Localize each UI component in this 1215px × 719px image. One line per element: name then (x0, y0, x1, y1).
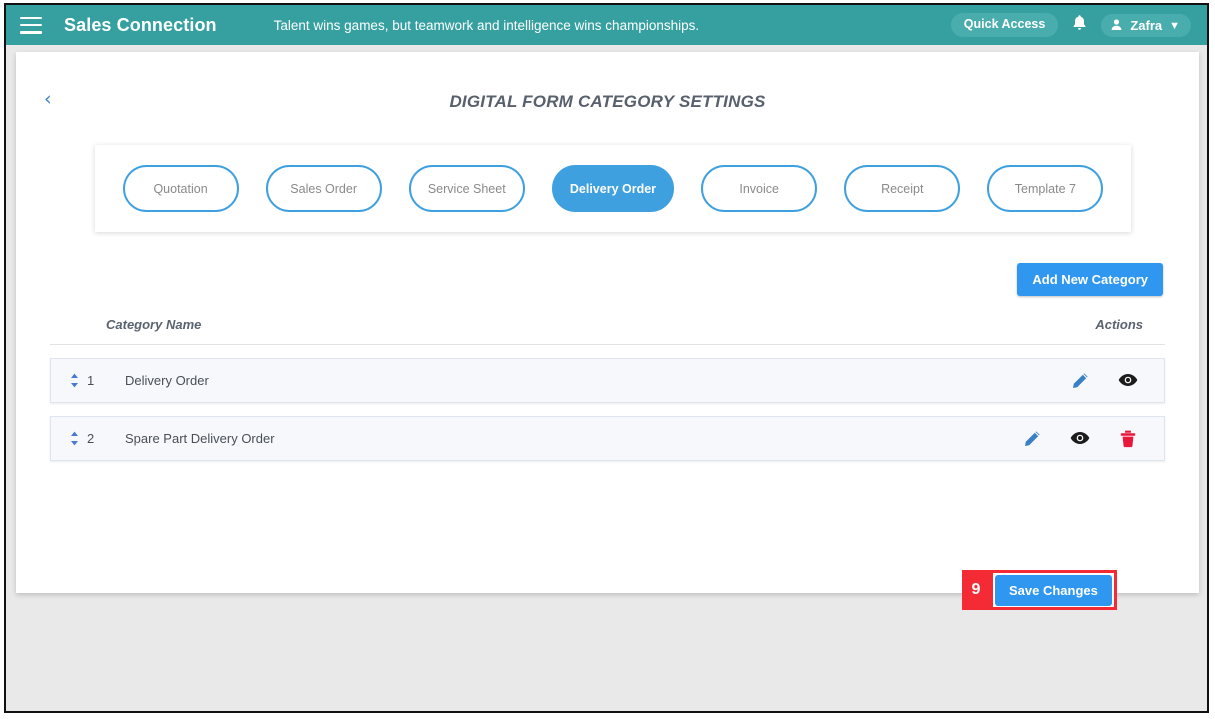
highlight-outline: Save Changes (990, 570, 1117, 610)
drag-sort-icon[interactable] (69, 373, 80, 389)
row-category-name: Spare Part Delivery Order (125, 431, 275, 446)
edit-icon[interactable] (1056, 372, 1104, 390)
quick-access-button[interactable]: Quick Access (950, 13, 1059, 37)
row-index: 2 (87, 431, 95, 446)
edit-icon[interactable] (1008, 430, 1056, 448)
save-changes-highlight-group: 9 Save Changes (962, 570, 1117, 610)
view-icon[interactable] (1056, 431, 1104, 447)
brand-title: Sales Connection (64, 14, 217, 35)
row-action-group (992, 372, 1152, 390)
row-category-name: Delivery Order (125, 373, 209, 388)
table-header-row: Category Name Actions (50, 305, 1165, 345)
row-index: 1 (87, 373, 95, 388)
main-content-card: ‹ DIGITAL FORM CATEGORY SETTINGS Quotati… (16, 52, 1199, 610)
user-menu-button[interactable]: Zafra ▼ (1101, 13, 1191, 37)
notification-bell-icon[interactable] (1072, 14, 1087, 34)
tab-receipt[interactable]: Receipt (844, 165, 961, 212)
page-header: ‹ DIGITAL FORM CATEGORY SETTINGS (16, 52, 1199, 112)
user-name: Zafra (1130, 17, 1163, 33)
column-header-category-name: Category Name (106, 317, 202, 332)
table-row[interactable]: 1 Delivery Order (50, 358, 1165, 403)
row-action-group (992, 430, 1152, 448)
page-title: DIGITAL FORM CATEGORY SETTINGS (449, 92, 766, 111)
tab-quotation[interactable]: Quotation (122, 165, 239, 212)
tab-service-sheet[interactable]: Service Sheet (408, 165, 525, 212)
tab-template-7[interactable]: Template 7 (987, 165, 1104, 212)
add-new-category-button[interactable]: Add New Category (1017, 263, 1163, 296)
tab-delivery-order[interactable]: Delivery Order (551, 165, 675, 212)
person-icon (1110, 18, 1123, 33)
template-tab-bar: Quotation Sales Order Service Sheet Deli… (95, 145, 1131, 232)
delete-icon[interactable] (1104, 430, 1152, 448)
chevron-down-icon: ▼ (1169, 19, 1180, 32)
table-row[interactable]: 2 Spare Part Delivery Order (50, 416, 1165, 461)
application-window: Sales Connection Talent wins games, but … (4, 3, 1209, 713)
tab-sales-order[interactable]: Sales Order (265, 165, 382, 212)
top-navigation-bar: Sales Connection Talent wins games, but … (6, 5, 1207, 45)
column-header-actions: Actions (1095, 317, 1143, 332)
step-number-badge: 9 (962, 570, 990, 610)
tab-invoice[interactable]: Invoice (701, 165, 818, 212)
save-changes-button[interactable]: Save Changes (995, 574, 1112, 606)
drag-sort-icon[interactable] (69, 431, 80, 447)
category-table: Category Name Actions 1 Delivery Order 2… (50, 305, 1165, 461)
topbar-right-group: Quick Access Zafra ▼ (950, 13, 1197, 37)
hamburger-menu-icon[interactable] (20, 16, 42, 34)
view-icon[interactable] (1104, 373, 1152, 389)
tagline-text: Talent wins games, but teamwork and inte… (273, 17, 700, 33)
